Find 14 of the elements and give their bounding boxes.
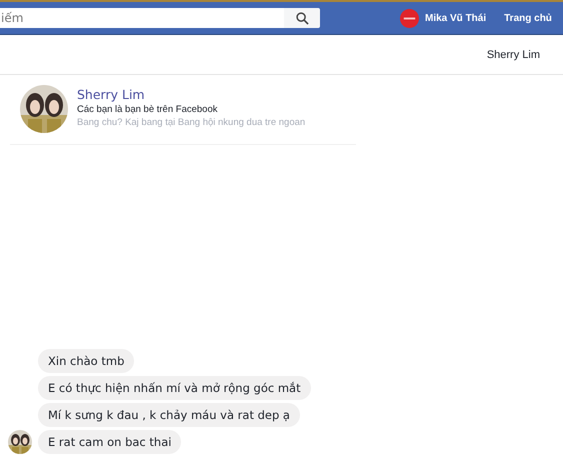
conversation-title: Sherry Lim <box>486 48 540 60</box>
message-bubble: E có thực hiện nhấn mí và mở rộng góc mắt <box>38 376 311 400</box>
avatar-icon[interactable] <box>400 8 419 28</box>
search-button[interactable] <box>284 8 320 28</box>
friend-note: Các bạn là bạn bè trên Facebook <box>77 104 218 115</box>
message-bubble: Xin chào tmb <box>38 349 134 373</box>
message-bubble: Mí k sưng k đau , k chảy máu và rat dep ạ <box>38 403 300 427</box>
home-link[interactable]: Trang chủ <box>504 12 552 24</box>
search-icon <box>296 12 308 24</box>
profile-bio: Bang chu? Kaj bang tại Bang hội nkung dua tre ngoan <box>77 117 306 128</box>
search-field[interactable]: iếm <box>0 8 284 28</box>
user-name[interactable]: Mika Vũ Thái <box>425 12 486 24</box>
profile-name[interactable]: Sherry Lim <box>77 87 306 102</box>
message-bubble: E rat cam on bac thai <box>38 430 182 454</box>
